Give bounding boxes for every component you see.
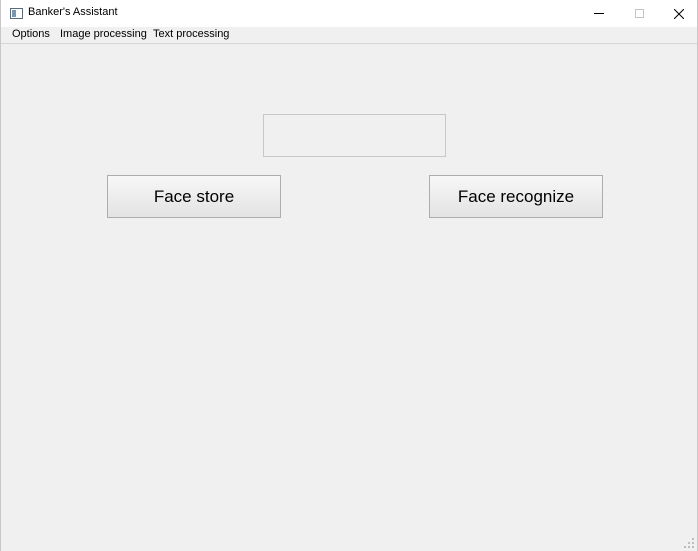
minimize-button[interactable] bbox=[579, 0, 619, 27]
face-recognize-button[interactable]: Face recognize bbox=[429, 175, 603, 218]
maximize-button bbox=[619, 0, 659, 27]
result-display-box bbox=[263, 114, 446, 157]
app-window: Banker's Assistant Options Image process… bbox=[0, 0, 698, 551]
menu-text-processing[interactable]: Text processing bbox=[153, 28, 229, 40]
resize-grip-icon[interactable] bbox=[684, 538, 694, 548]
main-content: Face store Face recognize bbox=[1, 44, 697, 551]
status-bar bbox=[1, 531, 697, 551]
menu-image-processing[interactable]: Image processing bbox=[60, 28, 147, 40]
menu-bar: Options Image processing Text processing bbox=[1, 27, 697, 44]
face-store-button[interactable]: Face store bbox=[107, 175, 281, 218]
minimize-icon bbox=[594, 13, 604, 14]
maximize-icon bbox=[634, 9, 644, 18]
title-bar[interactable]: Banker's Assistant bbox=[1, 0, 697, 27]
window-title: Banker's Assistant bbox=[28, 6, 118, 18]
app-window-icon bbox=[10, 8, 23, 19]
close-icon bbox=[674, 8, 684, 19]
close-button[interactable] bbox=[659, 0, 698, 27]
menu-options[interactable]: Options bbox=[12, 28, 50, 40]
